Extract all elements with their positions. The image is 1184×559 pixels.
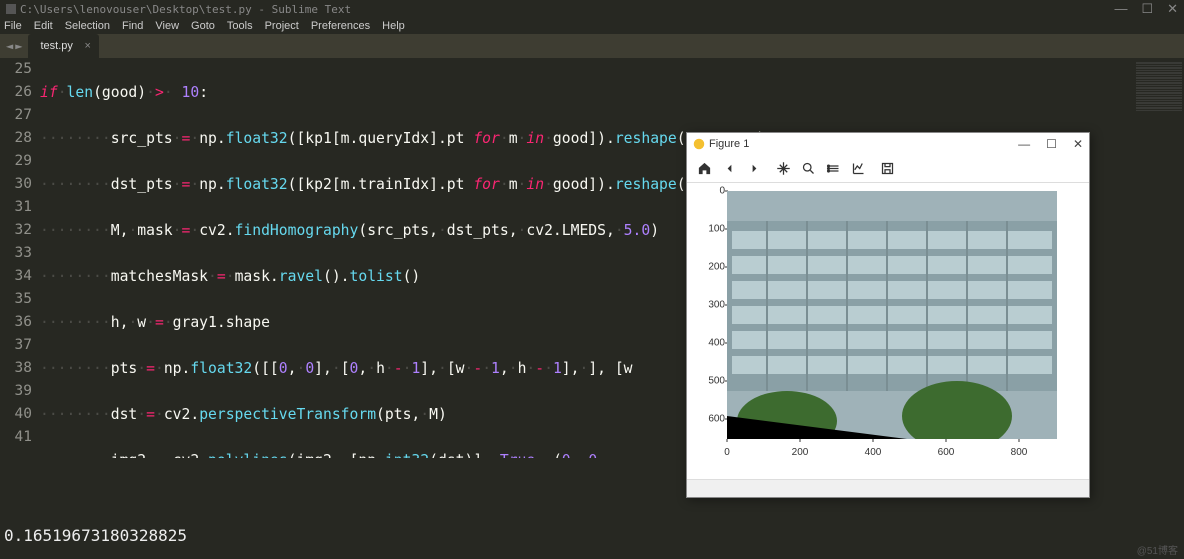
watermark: @51博客 bbox=[1137, 542, 1178, 557]
save-icon[interactable] bbox=[880, 161, 895, 176]
y-tick-label: 100 bbox=[707, 224, 725, 235]
minimap[interactable] bbox=[1134, 60, 1184, 220]
minimize-button[interactable]: — bbox=[1114, 1, 1127, 17]
y-tick-label: 300 bbox=[707, 300, 725, 311]
plot-image-area bbox=[727, 191, 1057, 439]
back-arrow-icon[interactable] bbox=[722, 161, 737, 176]
forward-arrow-icon[interactable] bbox=[747, 161, 762, 176]
menu-help[interactable]: Help bbox=[382, 20, 405, 32]
x-tick-label: 800 bbox=[1011, 447, 1028, 458]
line-number: 31 bbox=[0, 196, 32, 219]
menu-goto[interactable]: Goto bbox=[191, 20, 215, 32]
y-tick-label: 0 bbox=[707, 186, 725, 197]
line-number: 25 bbox=[0, 58, 32, 81]
y-tick-label: 400 bbox=[707, 338, 725, 349]
app-icon bbox=[6, 4, 16, 14]
line-number: 41 bbox=[0, 426, 32, 449]
line-number: 35 bbox=[0, 288, 32, 311]
line-number: 40 bbox=[0, 403, 32, 426]
mpl-title-text: Figure 1 bbox=[709, 138, 749, 150]
code-content[interactable]: if·len(good)·>· 10: ········src_pts·=·np… bbox=[40, 58, 765, 458]
code-line: ········src_pts·=·np.float32([kp1[m.quer… bbox=[40, 127, 765, 150]
tab-strip: ◄ ► test.py × bbox=[0, 34, 1184, 58]
line-number: 26 bbox=[0, 81, 32, 104]
code-line: ········dst·=·cv2.perspectiveTransform(p… bbox=[40, 403, 765, 426]
line-number: 27 bbox=[0, 104, 32, 127]
nav-forward-icon[interactable]: ► bbox=[15, 39, 22, 53]
maximize-button[interactable]: ☐ bbox=[1141, 1, 1153, 17]
menu-preferences[interactable]: Preferences bbox=[311, 20, 370, 32]
line-gutter: 25 26 27 28 29 30 31 32 33 34 35 36 37 3… bbox=[0, 58, 40, 458]
line-number: 28 bbox=[0, 127, 32, 150]
code-line: if·len(good)·>· 10: bbox=[40, 81, 765, 104]
mpl-icon bbox=[693, 138, 705, 150]
x-tick-label: 400 bbox=[865, 447, 882, 458]
mpl-toolbar bbox=[687, 155, 1089, 183]
nav-back-icon[interactable]: ◄ bbox=[6, 39, 13, 53]
line-number: 39 bbox=[0, 380, 32, 403]
code-line: ········img2·=·cv2.polylines(img2,·[np.i… bbox=[40, 449, 765, 458]
menu-edit[interactable]: Edit bbox=[34, 20, 53, 32]
menu-tools[interactable]: Tools bbox=[227, 20, 253, 32]
code-line: ········dst_pts·=·np.float32([kp2[m.trai… bbox=[40, 173, 765, 196]
menu-project[interactable]: Project bbox=[265, 20, 299, 32]
window-title: C:\Users\lenovouser\Desktop\test.py - Su… bbox=[20, 3, 351, 16]
x-tick-label: 0 bbox=[724, 447, 730, 458]
menu-bar: File Edit Selection Find View Goto Tools… bbox=[0, 18, 1184, 34]
tab-close-icon[interactable]: × bbox=[84, 40, 90, 52]
x-tick-label: 600 bbox=[938, 447, 955, 458]
mpl-close-button[interactable]: ✕ bbox=[1073, 137, 1083, 151]
code-line: ········h,·w·=·gray1.shape bbox=[40, 311, 765, 334]
line-number: 36 bbox=[0, 311, 32, 334]
line-number: 30 bbox=[0, 173, 32, 196]
subplots-icon[interactable] bbox=[826, 161, 841, 176]
home-icon[interactable] bbox=[697, 161, 712, 176]
code-line: ········M,·mask·=·cv2.findHomography(src… bbox=[40, 219, 765, 242]
y-tick-label: 600 bbox=[707, 414, 725, 425]
line-number: 32 bbox=[0, 219, 32, 242]
line-number: 34 bbox=[0, 265, 32, 288]
menu-file[interactable]: File bbox=[4, 20, 22, 32]
mpl-maximize-button[interactable]: ☐ bbox=[1046, 137, 1057, 151]
code-line: ········pts·=·np.float32([[0,·0],·[0,·h·… bbox=[40, 357, 765, 380]
mpl-minimize-button[interactable]: — bbox=[1018, 137, 1030, 151]
line-number: 37 bbox=[0, 334, 32, 357]
window-title-bar: C:\Users\lenovouser\Desktop\test.py - Su… bbox=[0, 0, 1184, 18]
pan-icon[interactable] bbox=[776, 161, 791, 176]
tab-testpy[interactable]: test.py × bbox=[28, 34, 98, 58]
menu-find[interactable]: Find bbox=[122, 20, 143, 32]
x-tick-label: 200 bbox=[792, 447, 809, 458]
line-number: 33 bbox=[0, 242, 32, 265]
matplotlib-window[interactable]: Figure 1 — ☐ ✕ 0 100 200 300 400 500 600 bbox=[686, 132, 1090, 498]
menu-selection[interactable]: Selection bbox=[65, 20, 110, 32]
close-button[interactable]: ✕ bbox=[1167, 1, 1178, 17]
menu-view[interactable]: View bbox=[155, 20, 179, 32]
y-tick-label: 200 bbox=[707, 262, 725, 273]
code-line: ········matchesMask·=·mask.ravel().tolis… bbox=[40, 265, 765, 288]
line-number: 29 bbox=[0, 150, 32, 173]
zoom-icon[interactable] bbox=[801, 161, 816, 176]
status-value: 0.16519673180328825 bbox=[4, 526, 187, 545]
tab-label: test.py bbox=[40, 40, 72, 52]
mpl-title-bar[interactable]: Figure 1 — ☐ ✕ bbox=[687, 133, 1089, 155]
line-number: 38 bbox=[0, 357, 32, 380]
axes-icon[interactable] bbox=[851, 161, 866, 176]
mpl-status-bar bbox=[687, 479, 1089, 497]
mpl-canvas[interactable]: 0 100 200 300 400 500 600 0 200 400 600 … bbox=[687, 183, 1089, 479]
y-tick-label: 500 bbox=[707, 376, 725, 387]
